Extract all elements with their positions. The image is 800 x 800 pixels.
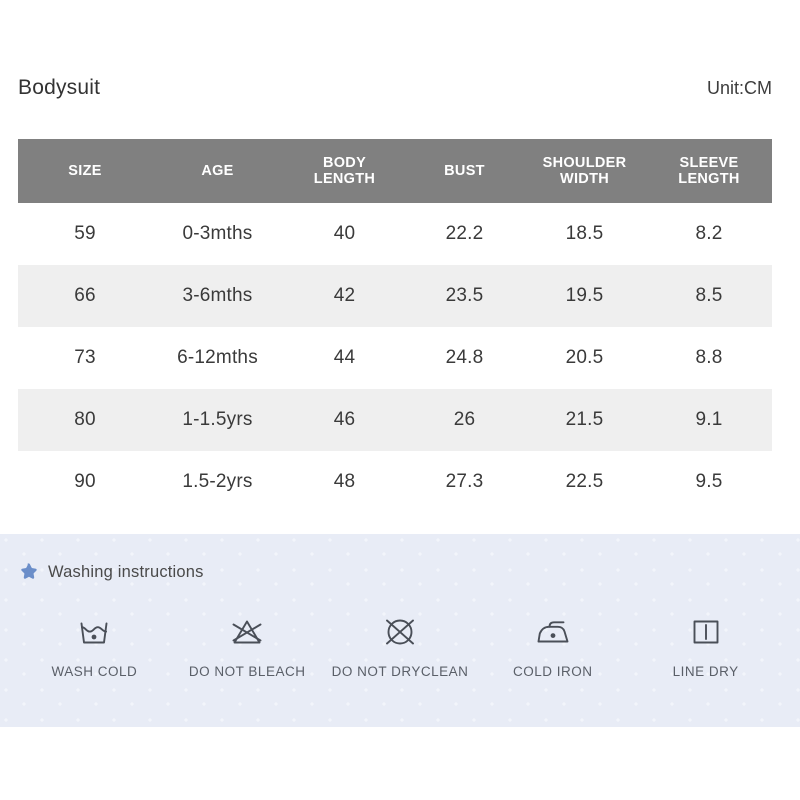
care-item-line-dry: LINE DRY — [629, 612, 782, 679]
care-item-do-not-bleach: DO NOT BLEACH — [171, 612, 324, 679]
care-label-do-not-bleach: DO NOT BLEACH — [188, 664, 306, 679]
cell-size: 80 — [74, 409, 96, 430]
table-row: 73 6-12mths 44 24.8 20.5 8.8 — [18, 327, 772, 389]
column-header-sleeve-length: SLEEVE LENGTH — [646, 139, 772, 203]
table-row: 66 3-6mths 42 23.5 19.5 8.5 — [18, 265, 772, 327]
chart-header: Bodysuit Unit:CM — [18, 68, 772, 108]
column-header-shoulder-width-line2: WIDTH — [559, 171, 609, 187]
cell-shoulder-width: 22.5 — [565, 471, 604, 492]
cell-bust: 26 — [453, 409, 476, 430]
column-header-body-length-line1: BODY — [322, 154, 367, 171]
cell-body-length: 44 — [333, 347, 356, 368]
column-header-sleeve-length-line1: SLEEVE — [679, 154, 739, 171]
cell-bust: 24.8 — [445, 347, 484, 368]
care-label-line-dry: LINE DRY — [672, 664, 739, 679]
cell-body-length: 40 — [333, 223, 356, 244]
column-header-shoulder-width: SHOULDER WIDTH — [523, 139, 646, 203]
cell-size: 90 — [74, 471, 96, 492]
cell-age: 3-6mths — [182, 285, 253, 306]
washing-instructions-panel: Washing instructions WASH COLD DO NOT BL… — [0, 534, 800, 727]
column-header-bust: BUST — [406, 139, 523, 203]
line-dry-icon — [693, 620, 719, 644]
column-header-body-length: BODY LENGTH — [283, 139, 406, 203]
cell-body-length: 48 — [333, 471, 356, 492]
care-label-do-not-dryclean: DO NOT DRYCLEAN — [331, 664, 469, 679]
cell-size: 59 — [74, 223, 96, 244]
column-header-age: AGE — [152, 139, 283, 203]
care-item-do-not-dryclean: DO NOT DRYCLEAN — [324, 612, 477, 679]
cell-sleeve-length: 9.1 — [695, 409, 723, 430]
cell-bust: 22.2 — [445, 223, 484, 244]
page-title: Bodysuit — [18, 76, 101, 99]
cell-body-length: 46 — [333, 409, 356, 430]
cell-shoulder-width: 20.5 — [565, 347, 604, 368]
wash-tub-icon — [80, 622, 108, 644]
cell-sleeve-length: 8.5 — [695, 285, 723, 306]
cell-size: 66 — [74, 285, 96, 306]
no-bleach-icon — [232, 620, 262, 644]
cell-shoulder-width: 18.5 — [565, 223, 604, 244]
care-label-cold-iron: COLD IRON — [513, 664, 593, 679]
care-item-cold-iron: COLD IRON — [476, 612, 629, 679]
care-label-wash-cold: WASH COLD — [51, 664, 138, 679]
column-header-sleeve-length-line2: LENGTH — [678, 171, 740, 187]
cell-body-length: 42 — [333, 285, 356, 306]
no-dryclean-icon — [386, 619, 414, 645]
cell-age: 6-12mths — [177, 347, 258, 368]
star-icon — [21, 563, 37, 579]
column-header-size: SIZE — [18, 139, 152, 203]
care-item-wash-cold: WASH COLD — [18, 612, 171, 679]
cell-shoulder-width: 19.5 — [565, 285, 604, 306]
table-row: 80 1-1.5yrs 46 26 21.5 9.1 — [18, 389, 772, 451]
column-header-body-length-line2: LENGTH — [313, 171, 376, 187]
table-row: 90 1.5-2yrs 48 27.3 22.5 9.5 — [18, 451, 772, 513]
cell-age: 0-3mths — [182, 223, 253, 244]
cell-age: 1-1.5yrs — [182, 409, 253, 430]
cell-bust: 23.5 — [445, 285, 484, 306]
cell-sleeve-length: 8.2 — [695, 223, 723, 244]
size-table: SIZE AGE BODY LENGTH BUST SHOULDER WIDTH — [18, 139, 772, 513]
cell-size: 73 — [74, 347, 96, 368]
table-header: SIZE AGE BODY LENGTH BUST SHOULDER WIDTH — [18, 139, 772, 203]
iron-low-heat-icon — [537, 621, 569, 643]
cell-shoulder-width: 21.5 — [565, 409, 604, 430]
table-body: 59 0-3mths 40 22.2 18.5 8.2 66 3-6mths 4… — [18, 203, 772, 513]
cell-bust: 27.3 — [445, 471, 484, 492]
unit-label: Unit:CM — [706, 77, 772, 98]
washing-instructions-label: Washing instructions — [48, 563, 204, 581]
cell-sleeve-length: 9.5 — [695, 471, 723, 492]
cell-sleeve-length: 8.8 — [695, 347, 723, 368]
column-header-size-line1: SIZE — [68, 162, 102, 179]
column-header-age-line1: AGE — [201, 162, 234, 179]
size-chart-sheet: Bodysuit Unit:CM SIZE AGE BODY LENGTH BU… — [0, 0, 800, 800]
care-symbol-row: WASH COLD DO NOT BLEACH DO NOT DRYCLEAN … — [18, 612, 782, 679]
cell-age: 1.5-2yrs — [182, 471, 253, 492]
table-row: 59 0-3mths 40 22.2 18.5 8.2 — [18, 203, 772, 265]
table-header-row: SIZE AGE BODY LENGTH BUST SHOULDER WIDTH — [18, 139, 772, 203]
column-header-bust-line1: BUST — [444, 162, 485, 179]
washing-instructions-heading: Washing instructions — [18, 562, 204, 583]
column-header-shoulder-width-line1: SHOULDER — [542, 154, 627, 171]
